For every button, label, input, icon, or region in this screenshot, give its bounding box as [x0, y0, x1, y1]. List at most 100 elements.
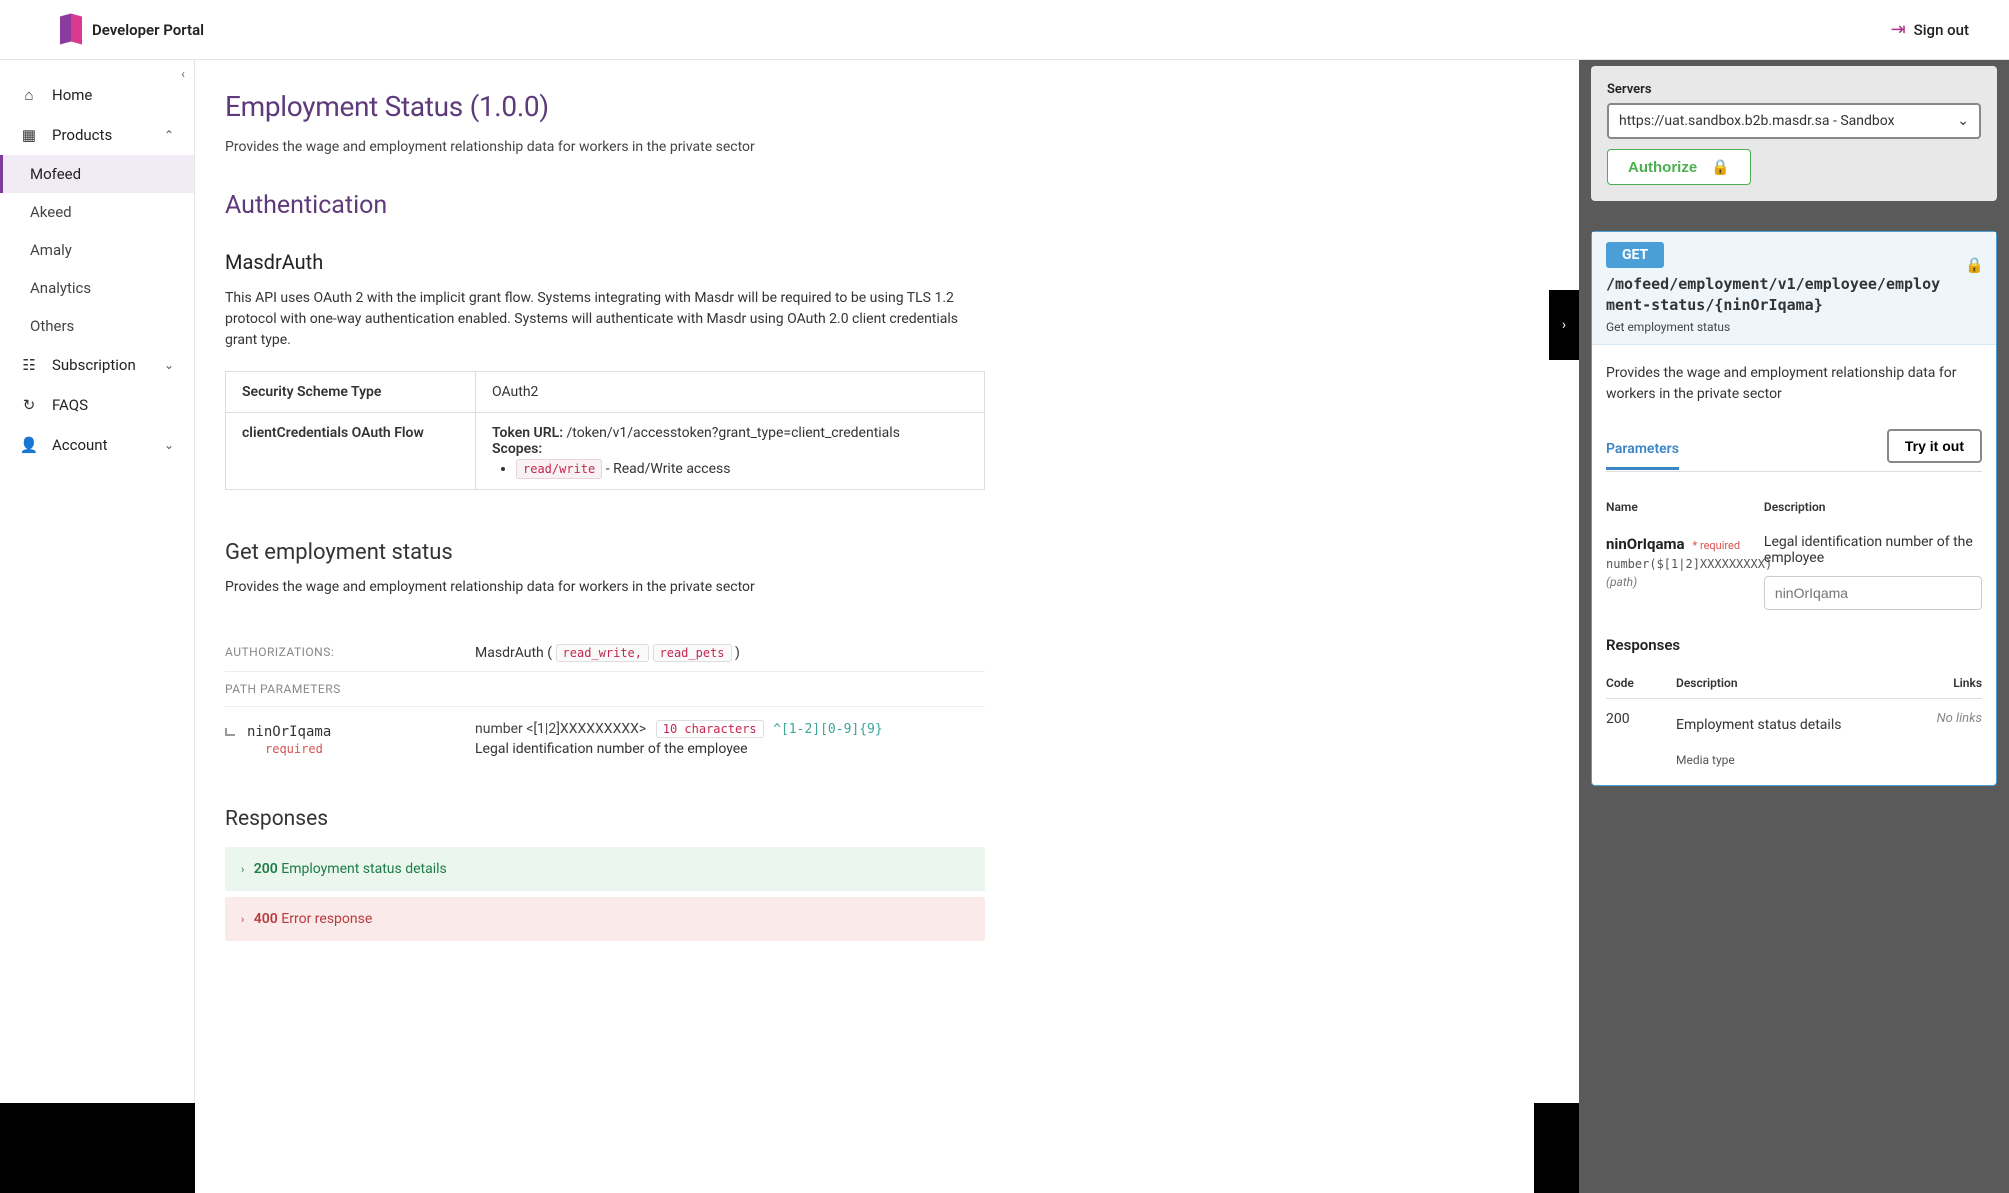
server-selected-value: https://uat.sandbox.b2b.masdr.sa - Sandb… [1619, 113, 1895, 129]
chevron-down-icon: ⌄ [164, 358, 174, 372]
brand-name: Developer Portal [92, 21, 204, 39]
user-icon: 👤 [20, 436, 38, 454]
refresh-icon: ↻ [20, 396, 38, 414]
chevron-right-icon: › [241, 913, 244, 926]
scheme-type-label: Security Scheme Type [226, 372, 476, 413]
media-type-label: Media type [1676, 753, 1912, 767]
panel-toggle-button[interactable]: › [1549, 290, 1579, 360]
responses-heading: Responses [225, 807, 1519, 831]
response-code: 200 [254, 861, 278, 877]
sidebar-sub-mofeed[interactable]: Mofeed [0, 155, 194, 193]
col-description: Description [1764, 500, 1826, 514]
nav-label: Account [52, 436, 108, 454]
param-pattern: ^[1-2][0-9]{9} [773, 722, 883, 737]
sign-out-label: Sign out [1914, 21, 1969, 39]
swagger-panel: Servers https://uat.sandbox.b2b.masdr.sa… [1579, 60, 2009, 1193]
param-required: required [265, 742, 475, 756]
response-200[interactable]: › 200 Employment status details [225, 847, 985, 891]
authorizations-label: AUTHORIZATIONS: [225, 645, 475, 661]
resp-code-value: 200 [1606, 711, 1676, 767]
authorize-label: Authorize [1628, 159, 1697, 176]
scope-code: read/write [516, 459, 602, 479]
sidebar-sub-others[interactable]: Others [0, 307, 194, 345]
sidebar-sub-akeed[interactable]: Akeed [0, 193, 194, 231]
authentication-heading: Authentication [225, 191, 1519, 220]
page-description: Provides the wage and employment relatio… [225, 139, 1519, 155]
param-type: number <[1|2]XXXXXXXXX> [475, 721, 646, 737]
col-name: Name [1606, 500, 1764, 514]
auth-method: MasdrAuth [475, 645, 544, 661]
operation-title: Get employment status [225, 540, 1519, 565]
server-select[interactable]: https://uat.sandbox.b2b.masdr.sa - Sandb… [1607, 103, 1981, 139]
swagger-param-name: ninOrIqama [1606, 535, 1685, 553]
response-400[interactable]: › 400 Error response [225, 897, 985, 941]
sign-out-icon: ⇥ [1891, 19, 1906, 40]
collapse-sidebar-button[interactable]: ‹ [171, 62, 195, 86]
try-it-out-button[interactable]: Try it out [1887, 429, 1982, 463]
resp-desc-value: Employment status details [1676, 717, 1912, 733]
oauth-flow-label: clientCredentials OAuth Flow [226, 413, 476, 490]
authorizations-row: AUTHORIZATIONS: MasdrAuth ( read_write, … [225, 635, 985, 672]
sign-out-button[interactable]: ⇥ Sign out [1891, 19, 1969, 40]
col-code: Code [1606, 676, 1676, 690]
responses-table-header: Code Description Links [1606, 668, 1982, 699]
brand-logo[interactable]: Developer Portal [60, 12, 204, 47]
nav-label: FAQS [52, 396, 88, 414]
authorize-button[interactable]: Authorize 🔒 [1607, 149, 1751, 185]
sidebar-item-products[interactable]: ▦ Products ⌃ [0, 115, 194, 155]
scope-description: - Read/Write access [606, 461, 731, 477]
nav-label: Subscription [52, 356, 136, 374]
col-description: Description [1676, 676, 1912, 690]
response-text: Error response [281, 911, 372, 927]
param-row-ninoriiqama: ninOrIqama required number <[1|2]XXXXXXX… [225, 707, 985, 777]
grid-icon: ▦ [20, 126, 38, 144]
swagger-op-header[interactable]: GET /mofeed/employment/v1/employee/emplo… [1592, 232, 1996, 345]
op-summary: Get employment status [1606, 320, 1982, 334]
servers-label: Servers [1607, 82, 1981, 97]
swagger-operation: GET /mofeed/employment/v1/employee/emplo… [1591, 231, 1997, 786]
param-tree-icon [225, 728, 235, 736]
swagger-param-required: * required [1692, 539, 1740, 552]
auth-scheme-name: MasdrAuth [225, 250, 1519, 274]
logo-icon [60, 12, 82, 47]
col-links: Links [1912, 676, 1982, 690]
param-name: ninOrIqama [247, 724, 331, 740]
sidebar-item-faqs[interactable]: ↻ FAQS [0, 385, 194, 425]
param-length: 10 characters [656, 720, 764, 738]
token-url-value: /token/v1/accesstoken?grant_type=client_… [567, 425, 900, 441]
param-input-ninoriiqama[interactable] [1764, 576, 1982, 610]
swagger-param-desc: Legal identification number of the emplo… [1764, 534, 1982, 566]
lock-icon[interactable]: 🔒 [1965, 256, 1984, 274]
swagger-param-row: ninOrIqama * required number($[1|2]XXXXX… [1606, 524, 1982, 620]
oauth-flow-details: Token URL: /token/v1/accesstoken?grant_t… [476, 413, 985, 490]
page-title: Employment Status (1.0.0) [225, 90, 1519, 123]
chevron-down-icon: ⌄ [1957, 113, 1969, 129]
swagger-param-location: (path) [1606, 575, 1764, 589]
swagger-response-200: 200 Employment status details Media type… [1606, 699, 1982, 767]
sidebar-sub-analytics[interactable]: Analytics [0, 269, 194, 307]
path-params-label: PATH PARAMETERS [225, 672, 985, 707]
param-table-header: Name Description [1606, 490, 1982, 524]
main-content: Employment Status (1.0.0) Provides the w… [195, 60, 1579, 1193]
swagger-param-type: number($[1|2]XXXXXXXXX) [1606, 557, 1764, 571]
token-url-label: Token URL: [492, 425, 563, 441]
auth-scope-2: read_pets [653, 644, 732, 662]
response-text: Employment status details [281, 861, 446, 877]
sidebar: ‹ ⌂ Home ▦ Products ⌃ Mofeed Akeed Amaly… [0, 60, 195, 1193]
resp-links-value: No links [1912, 711, 1982, 767]
sidebar-item-subscription[interactable]: ☷ Subscription ⌄ [0, 345, 194, 385]
param-description: Legal identification number of the emplo… [475, 741, 883, 757]
home-icon: ⌂ [20, 86, 38, 104]
operation-description: Provides the wage and employment relatio… [225, 579, 1519, 595]
sidebar-sub-amaly[interactable]: Amaly [0, 231, 194, 269]
sidebar-item-account[interactable]: 👤 Account ⌄ [0, 425, 194, 465]
http-method-badge: GET [1606, 242, 1664, 268]
auth-description: This API uses OAuth 2 with the implicit … [225, 288, 985, 351]
nav-label: Home [52, 86, 92, 104]
scopes-label: Scopes: [492, 441, 542, 457]
scheme-type-value: OAuth2 [476, 372, 985, 413]
swagger-responses-heading: Responses [1606, 636, 1982, 654]
chevron-up-icon: ⌃ [164, 128, 174, 142]
sidebar-item-home[interactable]: ⌂ Home [0, 75, 194, 115]
tab-parameters[interactable]: Parameters [1606, 431, 1679, 470]
